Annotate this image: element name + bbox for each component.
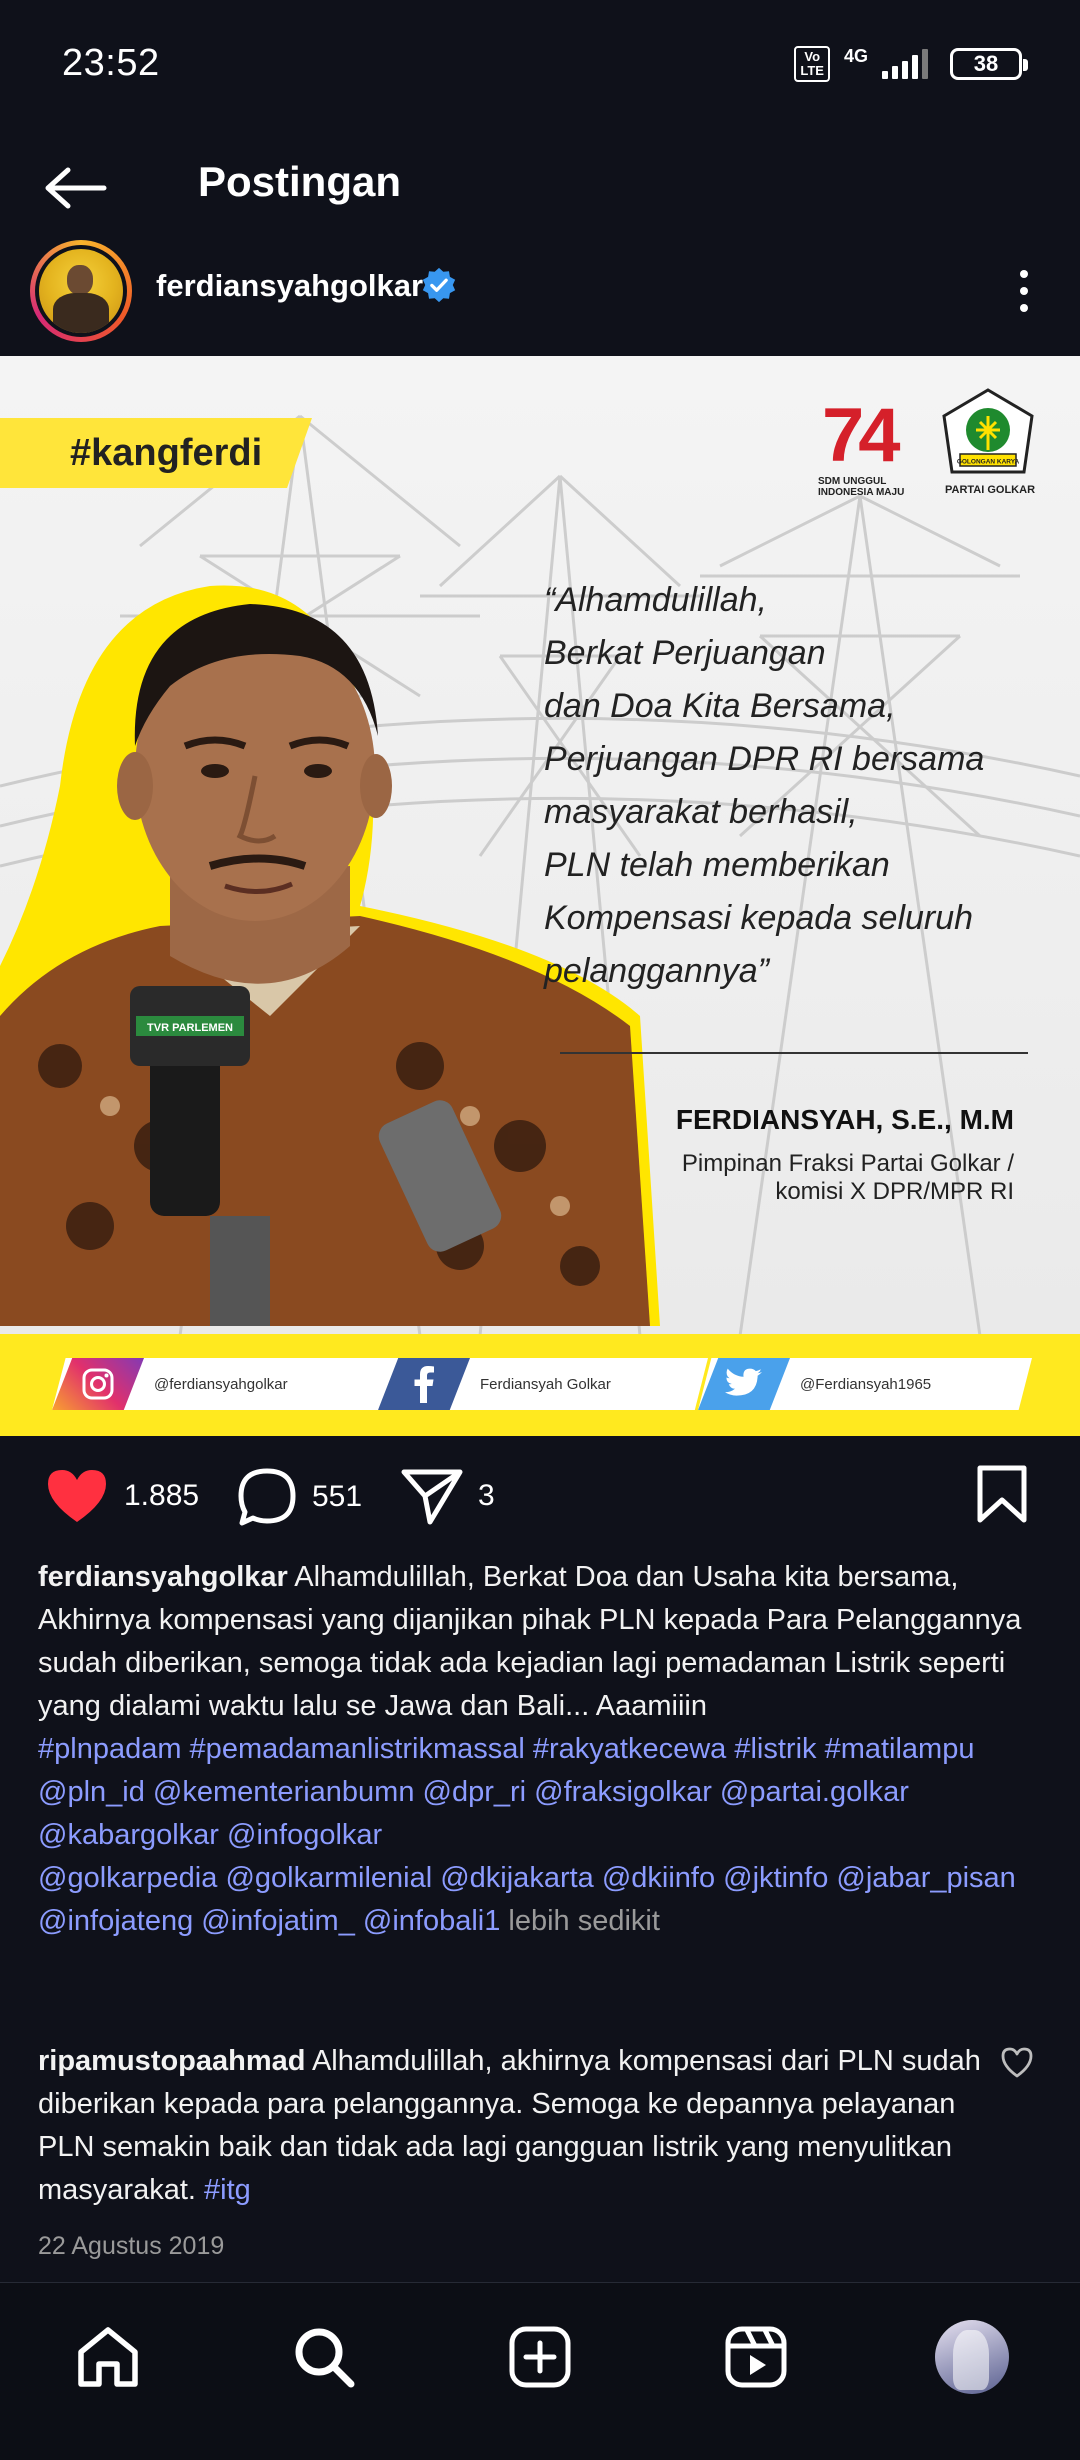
- twitter-icon: [698, 1358, 790, 1410]
- reels-icon: [725, 2326, 787, 2388]
- post-date: 22 Agustus 2019: [38, 2232, 225, 2260]
- facebook-icon: [378, 1358, 470, 1410]
- create-icon: [509, 2326, 571, 2388]
- caption-hashtags[interactable]: #plnpadam #pemadamanlistrikmassal #rakya…: [38, 1733, 974, 1765]
- comment-hashtag[interactable]: #itg: [204, 2174, 251, 2206]
- status-icons: Vo LTE 4G 38: [794, 45, 1028, 82]
- quote-text: “Alhamdulillah, Berkat Perjuangan dan Do…: [544, 581, 985, 990]
- profile-avatar: [935, 2320, 1009, 2394]
- instagram-icon: [52, 1358, 144, 1410]
- more-options-button[interactable]: [994, 256, 1054, 326]
- bottom-nav: [0, 2282, 1080, 2460]
- comment-count: 551: [312, 1480, 363, 1513]
- like-button[interactable]: 1.885: [44, 1466, 199, 1526]
- back-button[interactable]: [40, 152, 112, 224]
- social-strip: @ferdiansyahgolkar Ferdiansyah Golkar @F…: [0, 1334, 1080, 1436]
- heart-filled-icon: [48, 1470, 106, 1522]
- search-icon: [295, 2328, 355, 2388]
- signal-icon: [882, 49, 928, 79]
- caption-username[interactable]: ferdiansyahgolkar: [38, 1561, 288, 1593]
- facebook-name: Ferdiansyah Golkar: [480, 1375, 611, 1393]
- send-icon: [401, 1469, 463, 1525]
- comment-icon: [238, 1468, 296, 1526]
- arrow-left-icon: [45, 167, 107, 209]
- nav-home[interactable]: [68, 2317, 148, 2397]
- svg-text:TVR PARLEMEN: TVR PARLEMEN: [147, 1022, 233, 1034]
- post-image[interactable]: #kangferdi 74 SDM UNGGUL INDONESIA MAJU …: [0, 356, 1080, 1436]
- svg-text:GOLONGAN KARYA: GOLONGAN KARYA: [957, 459, 1020, 466]
- social-twitter: @Ferdiansyah1965: [698, 1358, 1032, 1410]
- social-instagram: @ferdiansyahgolkar: [52, 1358, 392, 1410]
- share-button[interactable]: 3: [400, 1466, 495, 1526]
- top-nav: Postingan: [0, 130, 1080, 240]
- top-comment: ripamustopaahmad Alhamdulillah, akhirnya…: [38, 2040, 988, 2212]
- post-caption: ferdiansyahgolkar Alhamdulillah, Berkat …: [38, 1556, 1048, 1943]
- status-bar: 23:52 Vo LTE 4G 38: [0, 0, 1080, 130]
- volte-icon: Vo LTE: [794, 46, 830, 82]
- hashtag-banner: #kangferdi: [0, 418, 312, 488]
- hut-ri-74-logo: 74 SDM UNGGUL INDONESIA MAJU: [818, 393, 905, 498]
- speaker-role: Pimpinan Fraksi Partai Golkar / komisi X…: [681, 1150, 1014, 1205]
- author-username[interactable]: ferdiansyahgolkar: [156, 268, 423, 304]
- battery-icon: 38: [950, 48, 1028, 80]
- caption-mentions[interactable]: @pln_id @kementerianbumn @dpr_ri @fraksi…: [38, 1776, 909, 1851]
- comment-button[interactable]: 551: [236, 1466, 362, 1528]
- instagram-handle: @ferdiansyahgolkar: [154, 1375, 288, 1393]
- verified-badge-icon: [422, 267, 456, 303]
- twitter-handle: @Ferdiansyah1965: [800, 1375, 932, 1393]
- nav-create[interactable]: [500, 2317, 580, 2397]
- golkar-logo: GOLONGAN KARYA PARTAI GOLKAR: [938, 386, 1038, 496]
- nav-search[interactable]: [284, 2317, 364, 2397]
- network-type: 4G: [843, 45, 868, 66]
- page-title: Postingan: [198, 158, 402, 205]
- nav-reels[interactable]: [716, 2317, 796, 2397]
- bookmark-icon[interactable]: [974, 1464, 1030, 1524]
- speaker-name: FERDIANSYAH, S.E., M.M: [675, 1104, 1014, 1135]
- post-actions: 1.885 551 3: [0, 1436, 1080, 1566]
- comment-heart-icon[interactable]: [1000, 2046, 1034, 2080]
- battery-level: 38: [973, 51, 999, 76]
- comment-username[interactable]: ripamustopaahmad: [38, 2045, 306, 2077]
- like-count: 1.885: [124, 1479, 200, 1512]
- share-count: 3: [478, 1479, 495, 1512]
- show-less-link[interactable]: lebih sedikit: [508, 1905, 660, 1937]
- author-avatar[interactable]: [30, 240, 132, 342]
- nav-profile[interactable]: [932, 2317, 1012, 2397]
- social-facebook: Ferdiansyah Golkar: [378, 1358, 708, 1410]
- post-header: ferdiansyahgolkar: [0, 236, 1080, 356]
- quote-divider: [560, 1052, 1028, 1054]
- status-time: 23:52: [62, 42, 160, 84]
- home-icon: [78, 2327, 138, 2387]
